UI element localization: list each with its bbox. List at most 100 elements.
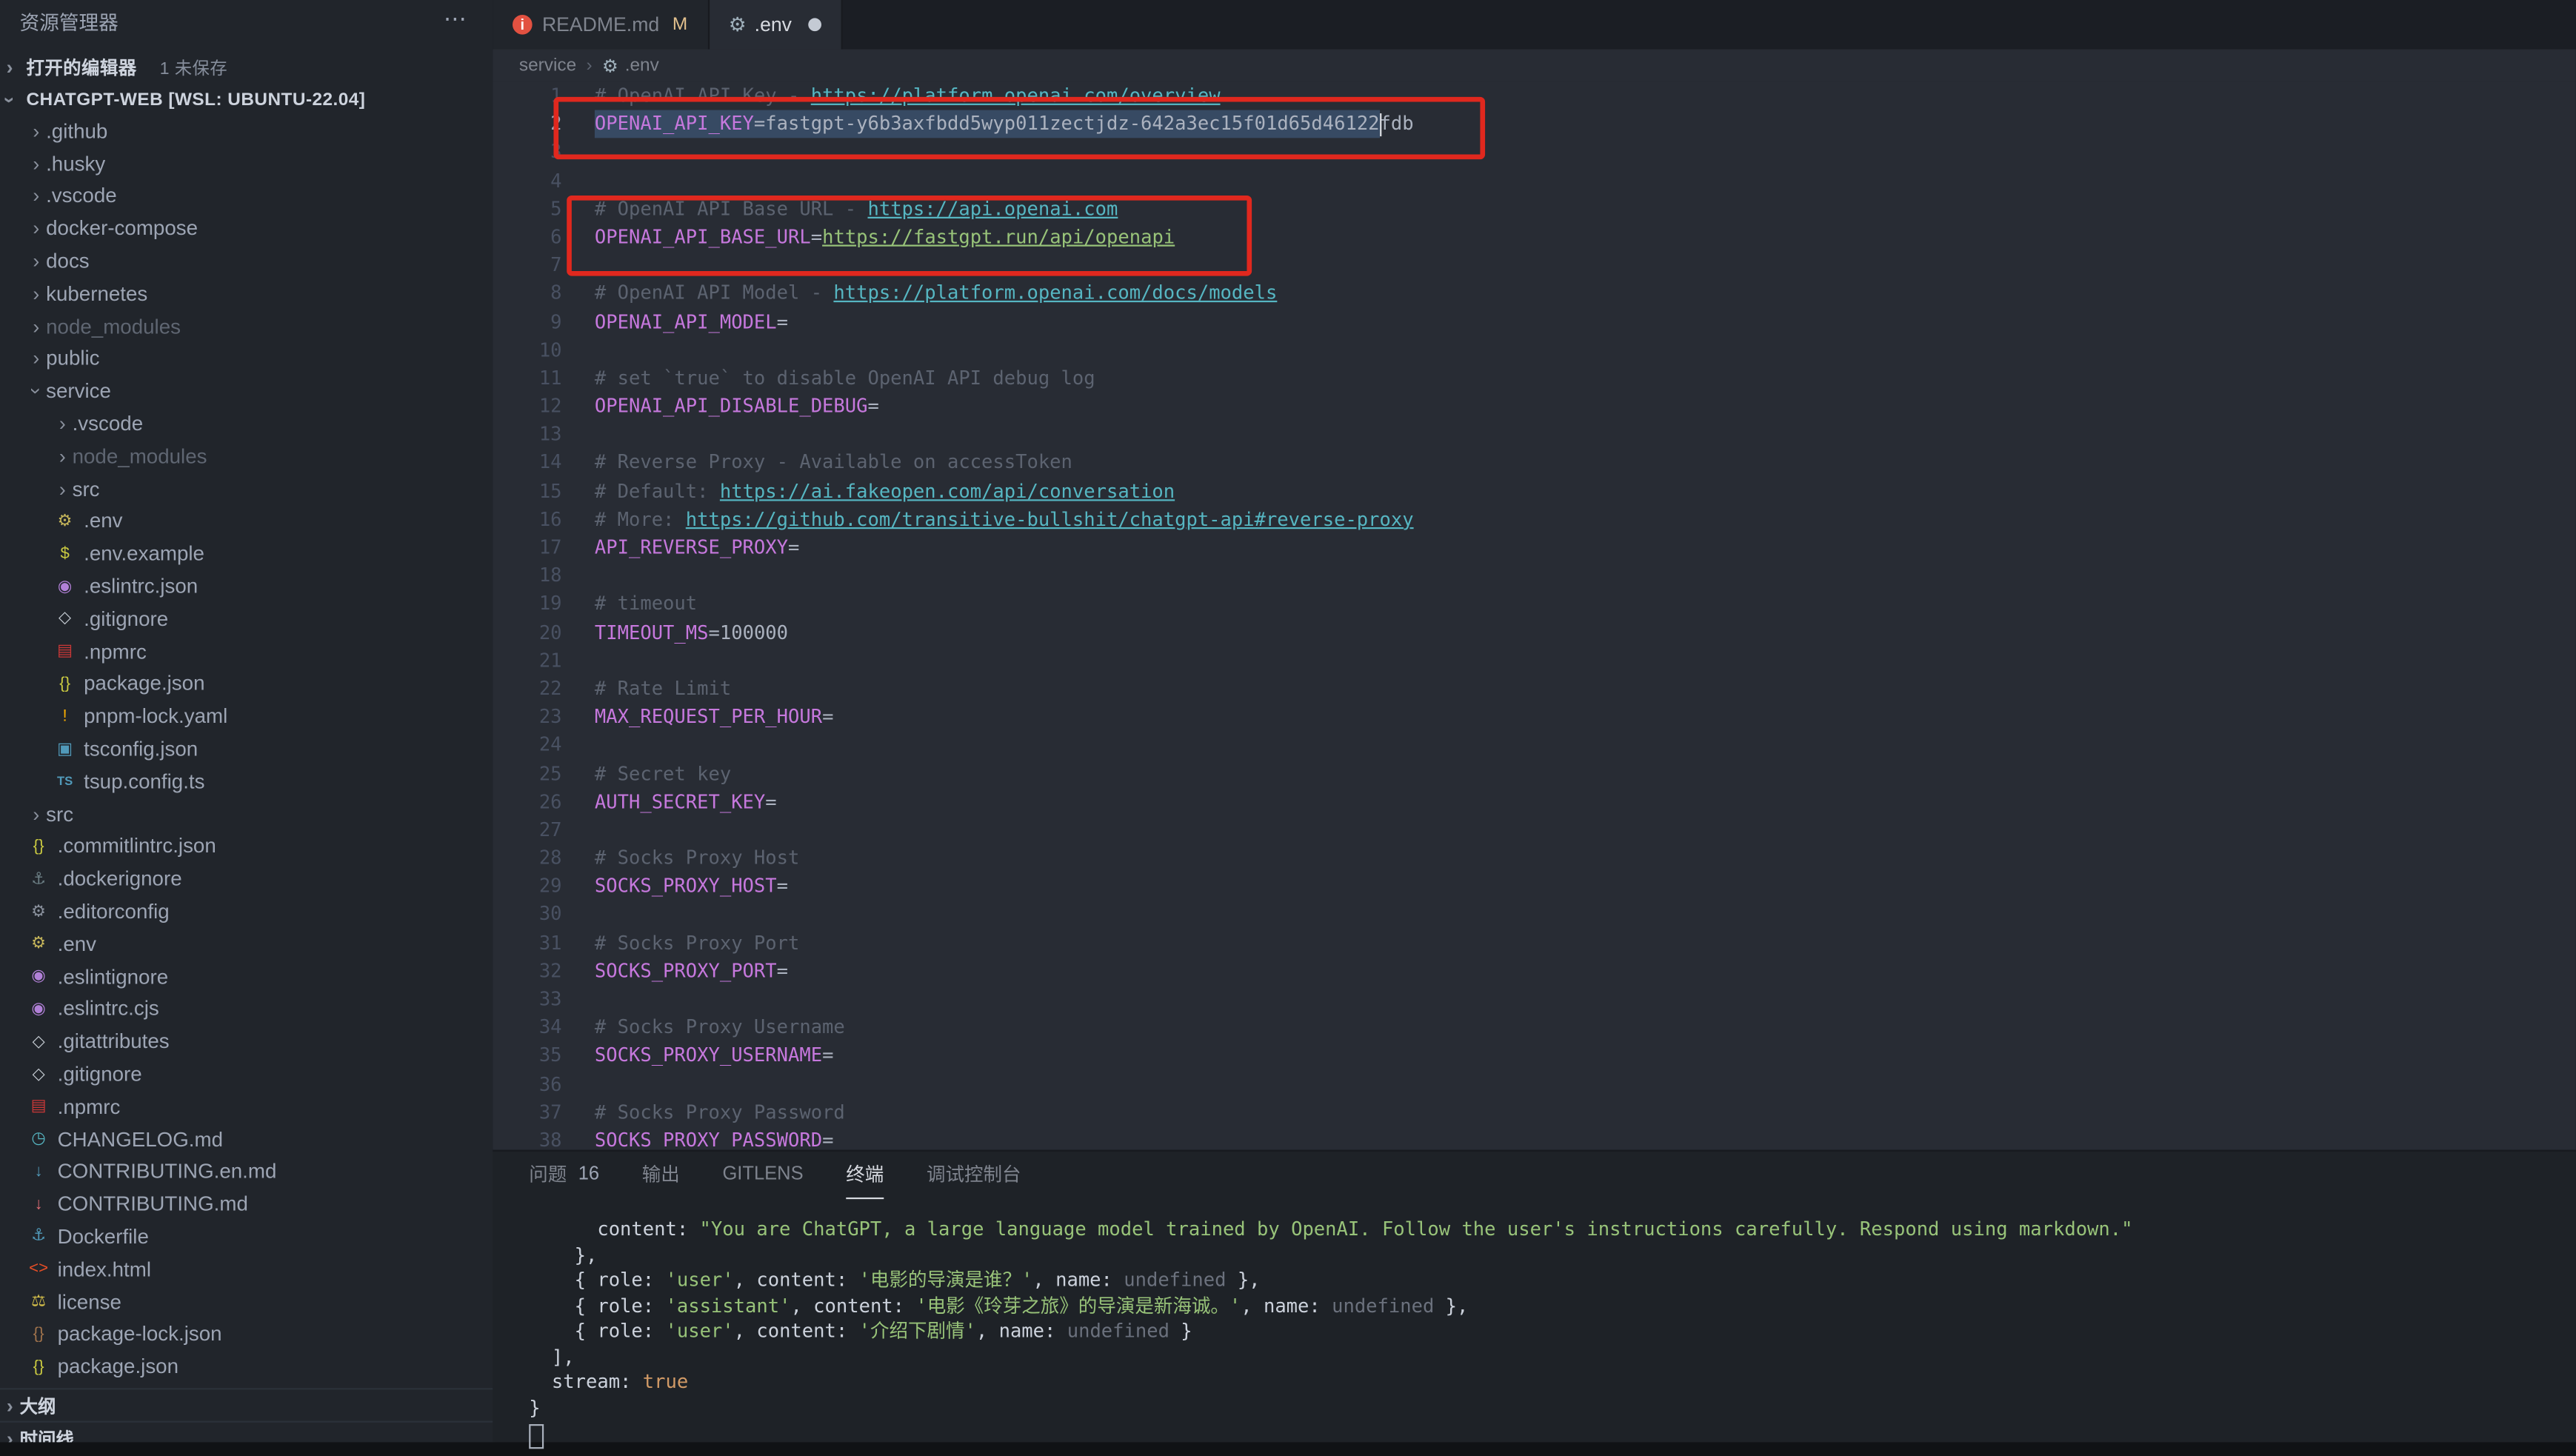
tree-folder-public[interactable]: ›public [0,343,493,375]
code-line-13[interactable] [595,421,2576,449]
code-line-10[interactable] [595,336,2576,364]
line-number: 2 [493,110,561,138]
tree-file-.gitattributes[interactable]: ◇.gitattributes [0,1026,493,1058]
open-editors-section[interactable]: › 打开的编辑器 1 未保存 [0,51,493,84]
tree-file-CONTRIBUTING.en.md[interactable]: ↓CONTRIBUTING.en.md [0,1155,493,1188]
tree-folder-node_modules[interactable]: ›node_modules [0,310,493,343]
terminal-line: } [529,1395,2576,1420]
timeline-section[interactable]: › 时间线 [0,1421,493,1442]
tree-folder-.vscode[interactable]: ›.vscode [0,407,493,440]
editor[interactable]: 1234567891011121314151617181920212223242… [493,82,2575,1150]
tree-folder-docker-compose[interactable]: ›docker-compose [0,213,493,245]
tree-file-tsconfig.json[interactable]: ▣tsconfig.json [0,733,493,766]
tree-folder-kubernetes[interactable]: ›kubernetes [0,278,493,310]
panel-tab-debug-console[interactable]: 调试控制台 [927,1151,1021,1198]
tree-file-.eslintrc.json[interactable]: ◉.eslintrc.json [0,570,493,603]
tree-folder-.vscode[interactable]: ›.vscode [0,180,493,213]
code-line-22[interactable]: # Rate Limit [595,675,2576,703]
code-line-27[interactable] [595,816,2576,844]
code-line-2[interactable]: OPENAI_API_KEY=fastgpt-y6b3axfbdd5wyp011… [595,110,2576,138]
tree-folder-docs[interactable]: ›docs [0,245,493,278]
code-line-28[interactable]: # Socks Proxy Host [595,844,2576,872]
code-line-7[interactable] [595,252,2576,280]
tree-folder-src[interactable]: ›src [0,798,493,830]
code-line-21[interactable] [595,647,2576,675]
tree-file-.npmrc[interactable]: ▤.npmrc [0,1091,493,1123]
dirty-dot-icon[interactable] [808,18,821,31]
tree-file-.eslintrc.cjs[interactable]: ◉.eslintrc.cjs [0,993,493,1026]
tree-file-.npmrc[interactable]: ▤.npmrc [0,635,493,668]
tree-item-label: service [46,380,111,403]
code-line-15[interactable]: # Default: https://ai.fakeopen.com/api/c… [595,478,2576,506]
code-line-37[interactable]: # Socks Proxy Password [595,1098,2576,1126]
tree-folder-node_modules[interactable]: ›node_modules [0,440,493,472]
tree-folder-src[interactable]: ›src [0,472,493,505]
code-line-16[interactable]: # More: https://github.com/transitive-bu… [595,506,2576,534]
tree-file-.gitignore[interactable]: ◇.gitignore [0,1058,493,1091]
tree-file-pnpm-lock.yaml[interactable]: !pnpm-lock.yaml [0,701,493,733]
code-line-34[interactable]: # Socks Proxy Username [595,1014,2576,1042]
tree-file-CONTRIBUTING.md[interactable]: ↓CONTRIBUTING.md [0,1188,493,1220]
tree-file-tsup.config.ts[interactable]: TStsup.config.ts [0,765,493,798]
panel-tab-gitlens[interactable]: GITLENS [722,1151,803,1198]
tree-file-.editorconfig[interactable]: ⚙.editorconfig [0,895,493,928]
code-line-25[interactable]: # Secret key [595,760,2576,788]
tree-file-.env.example[interactable]: $.env.example [0,538,493,570]
tree-file-.dockerignore[interactable]: ⚓.dockerignore [0,863,493,895]
code-line-30[interactable] [595,901,2576,929]
code-line-8[interactable]: # OpenAI API Model - https://platform.op… [595,280,2576,308]
tree-folder-.husky[interactable]: ›.husky [0,147,493,180]
tree-file-index.html[interactable]: <>index.html [0,1253,493,1286]
outline-section[interactable]: › 大纲 [0,1388,493,1423]
panel-tab-problems[interactable]: 问题16 [529,1151,599,1198]
code-line-38[interactable]: SOCKS_PROXY_PASSWORD= [595,1126,2576,1149]
tree-file-.gitignore[interactable]: ◇.gitignore [0,603,493,635]
code-line-32[interactable]: SOCKS_PROXY_PORT= [595,958,2576,986]
more-actions-icon[interactable]: ⋯ [444,5,467,33]
code-line-18[interactable] [595,562,2576,590]
tree-file-.env[interactable]: ⚙.env [0,505,493,538]
project-root-section[interactable]: › CHATGPT-WEB [WSL: UBUNTU-22.04] [0,84,493,116]
tab-readme[interactable]: i README.md M [493,0,709,50]
code-token: = [822,1043,833,1066]
tree-file-package.json[interactable]: {}package.json [0,1351,493,1383]
code-line-20[interactable]: TIMEOUT_MS=100000 [595,618,2576,647]
code-line-29[interactable]: SOCKS_PROXY_HOST= [595,872,2576,901]
panel-tab-terminal[interactable]: 终端 [846,1151,884,1198]
tree-file-package-lock.json[interactable]: {}package-lock.json [0,1318,493,1351]
breadcrumb-file[interactable]: .env [625,56,659,76]
tab-env[interactable]: ⚙ .env [709,0,843,50]
tree-item-label: .vscode [46,184,117,207]
code-line-12[interactable]: OPENAI_API_DISABLE_DEBUG= [595,393,2576,421]
code-line-3[interactable] [595,138,2576,167]
code-line-17[interactable]: API_REVERSE_PROXY= [595,534,2576,562]
tree-folder-service[interactable]: ›service [0,375,493,408]
terminal-output[interactable]: content: "You are ChatGPT, a large langu… [493,1198,2575,1446]
code-line-11[interactable]: # set `true` to disable OpenAI API debug… [595,364,2576,393]
code-line-14[interactable]: # Reverse Proxy - Available on accessTok… [595,449,2576,477]
tree-file-package.json[interactable]: {}package.json [0,668,493,701]
tree-file-license[interactable]: ⚖license [0,1286,493,1318]
breadcrumb-folder[interactable]: service [519,56,576,76]
code-line-4[interactable] [595,167,2576,195]
code-line-24[interactable] [595,732,2576,760]
tree-file-.env[interactable]: ⚙.env [0,928,493,961]
code-line-23[interactable]: MAX_REQUEST_PER_HOUR= [595,704,2576,732]
tree-file-CHANGELOG.md[interactable]: ◷CHANGELOG.md [0,1123,493,1155]
code-line-6[interactable]: OPENAI_API_BASE_URL=https://fastgpt.run/… [595,224,2576,252]
code-line-35[interactable]: SOCKS_PROXY_USERNAME= [595,1042,2576,1070]
code-line-26[interactable]: AUTH_SECRET_KEY= [595,788,2576,816]
code-line-31[interactable]: # Socks Proxy Port [595,929,2576,958]
tree-file-.commitlintrc.json[interactable]: {}.commitlintrc.json [0,830,493,863]
tree-item-label: .eslintignore [58,965,169,988]
code-line-9[interactable]: OPENAI_API_MODEL= [595,308,2576,336]
code-line-1[interactable]: # OpenAI API Key - https://platform.open… [595,82,2576,110]
code-line-33[interactable] [595,986,2576,1014]
tree-file-Dockerfile[interactable]: ⚓Dockerfile [0,1220,493,1253]
tree-folder-.github[interactable]: ›.github [0,115,493,147]
tree-file-.eslintignore[interactable]: ◉.eslintignore [0,961,493,993]
code-line-5[interactable]: # OpenAI API Base URL - https://api.open… [595,195,2576,223]
code-line-19[interactable]: # timeout [595,590,2576,618]
panel-tab-output[interactable]: 输出 [642,1151,680,1198]
code-line-36[interactable] [595,1070,2576,1098]
